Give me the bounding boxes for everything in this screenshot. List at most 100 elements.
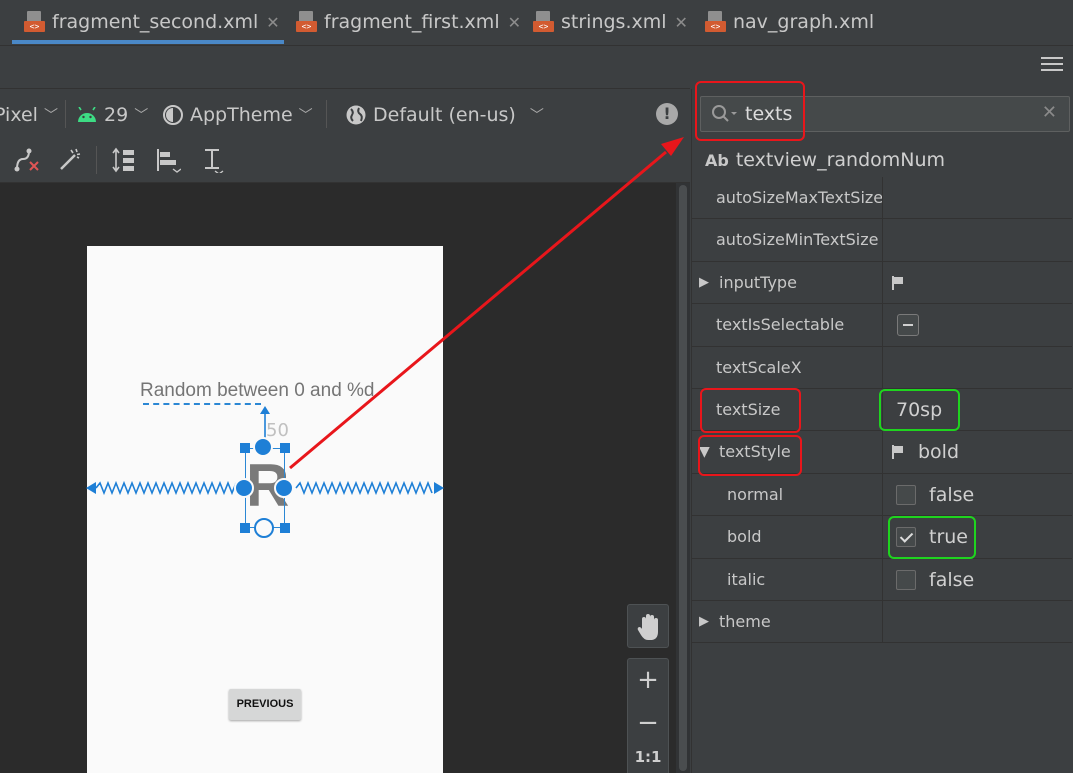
- annotation-highlight-textsize: [700, 388, 801, 433]
- attribute-row-theme[interactable]: ▶ theme: [692, 600, 1072, 644]
- attribute-row-inputtype[interactable]: ▶ inputType: [692, 261, 1072, 305]
- tab-fragment-second[interactable]: <> fragment_second.xml ✕: [12, 0, 284, 44]
- right-anchor[interactable]: [274, 478, 294, 498]
- attribute-value[interactable]: [892, 262, 918, 304]
- scrollbar-thumb[interactable]: [679, 185, 687, 771]
- attribute-name: textIsSelectable: [716, 315, 845, 335]
- annotation-highlight-textsize-value: [879, 389, 960, 431]
- resize-handle[interactable]: [280, 443, 290, 453]
- attribute-name: textScaleX: [716, 357, 802, 377]
- random-text-view[interactable]: Random between 0 and %d: [140, 380, 375, 402]
- attribute-value-text: false: [929, 568, 975, 591]
- resize-handle[interactable]: [240, 443, 250, 453]
- attribute-value[interactable]: bold: [892, 431, 959, 473]
- align-left-icon: [157, 149, 181, 173]
- annotation-highlight-bold-value: [888, 516, 976, 559]
- warning-icon[interactable]: !: [656, 103, 678, 125]
- indeterminate-checkbox-icon[interactable]: [897, 314, 919, 337]
- chevron-down-icon: ﹀: [43, 108, 58, 124]
- attribute-value-text: bold: [918, 441, 960, 464]
- tab-label: fragment_second.xml: [52, 11, 259, 33]
- guidelines-button[interactable]: [196, 144, 228, 176]
- tab-label: fragment_first.xml: [324, 11, 500, 33]
- device-selector[interactable]: Pixel ﹀: [0, 98, 58, 132]
- resize-handle[interactable]: [240, 523, 250, 533]
- close-icon[interactable]: ✕: [675, 13, 688, 32]
- attribute-name: italic: [727, 569, 766, 589]
- attribute-name: normal: [727, 484, 784, 504]
- xml-file-icon: <>: [533, 11, 555, 33]
- attribute-row-textscalex[interactable]: textScaleX: [692, 346, 1072, 389]
- tab-label: strings.xml: [561, 11, 667, 33]
- tab-fragment-first[interactable]: <> fragment_first.xml ✕: [296, 0, 521, 44]
- divider: [96, 146, 97, 174]
- attribute-name: autoSizeMinTextSize: [716, 230, 879, 250]
- attribute-value[interactable]: false: [896, 559, 974, 601]
- divider: [326, 100, 327, 128]
- api-level-selector[interactable]: 29 ﹀: [76, 98, 148, 132]
- editor-tab-bar: <> fragment_second.xml ✕ <> fragment_fir…: [0, 0, 1073, 46]
- previous-button[interactable]: PREVIOUS: [229, 689, 301, 720]
- canvas-scrollbar[interactable]: [676, 183, 690, 773]
- globe-icon: [346, 105, 366, 125]
- close-icon[interactable]: ✕: [508, 13, 521, 32]
- distribute-vertical-icon: [112, 147, 134, 173]
- theme-icon: [163, 105, 183, 125]
- pack-button[interactable]: [108, 144, 140, 176]
- android-icon: [78, 107, 96, 122]
- component-header: Ab textview_randomNum: [705, 145, 945, 175]
- tab-strings[interactable]: <> strings.xml ✕: [533, 0, 688, 44]
- margin-label: 50: [266, 420, 289, 441]
- pan-button[interactable]: [627, 604, 669, 648]
- left-anchor[interactable]: [234, 478, 254, 498]
- clear-search-icon[interactable]: ✕: [1042, 102, 1057, 123]
- constraint-remove-icon: [14, 148, 39, 172]
- attribute-name: autoSizeMaxTextSize: [716, 188, 884, 207]
- api-level-label: 29: [104, 104, 129, 126]
- attribute-row-bold[interactable]: bold true: [692, 516, 1072, 559]
- chevron-down-icon: ﹀: [134, 108, 149, 124]
- expand-triangle-icon[interactable]: ▶: [699, 601, 709, 643]
- chevron-down-icon: ﹀: [298, 108, 313, 124]
- attribute-value[interactable]: [892, 304, 919, 346]
- flag-icon: [892, 275, 904, 290]
- zoom-fit-button[interactable]: 1:1: [628, 745, 668, 773]
- attribute-row-italic[interactable]: italic false: [692, 558, 1072, 601]
- attribute-row-autosizemaxtextsize[interactable]: autoSizeMaxTextSize: [692, 177, 1072, 220]
- flag-icon: [892, 445, 904, 460]
- theme-selector[interactable]: AppTheme ﹀: [162, 98, 313, 132]
- top-anchor[interactable]: [253, 437, 273, 457]
- theme-label: AppTheme: [190, 104, 293, 126]
- italic-checkbox[interactable]: [896, 569, 916, 590]
- menu-icon[interactable]: [1041, 57, 1063, 77]
- zoom-controls: + − 1:1: [627, 658, 669, 773]
- textview-icon: Ab: [705, 150, 729, 170]
- attribute-row-autosizemintextsize[interactable]: autoSizeMinTextSize: [692, 219, 1072, 262]
- magic-wand-icon: [60, 148, 81, 170]
- chevron-down-icon: ﹀: [529, 108, 544, 124]
- infer-constraints-button[interactable]: [54, 144, 86, 176]
- close-icon[interactable]: ✕: [266, 13, 279, 32]
- xml-file-icon: <>: [705, 11, 727, 33]
- resize-handle[interactable]: [280, 523, 290, 533]
- normal-checkbox[interactable]: [896, 484, 916, 505]
- attribute-row-normal[interactable]: normal false: [692, 473, 1072, 517]
- clear-constraints-button[interactable]: [10, 144, 44, 176]
- tab-nav-graph[interactable]: <> nav_graph.xml: [705, 0, 874, 44]
- attribute-name: inputType: [719, 272, 797, 292]
- zoom-out-button[interactable]: −: [628, 702, 668, 745]
- attribute-value[interactable]: false: [896, 474, 974, 516]
- zoom-in-button[interactable]: +: [628, 659, 668, 702]
- annotation-highlight-textstyle: [698, 435, 802, 476]
- tab-label: nav_graph.xml: [733, 11, 875, 33]
- annotation-highlight-search: [695, 81, 805, 141]
- attribute-value-text: false: [929, 483, 975, 506]
- xml-file-icon: <>: [24, 11, 46, 33]
- locale-selector[interactable]: Default (en-us) ﹀: [345, 98, 544, 132]
- bottom-anchor[interactable]: [254, 518, 274, 538]
- expand-triangle-icon[interactable]: ▶: [699, 262, 709, 304]
- attribute-name: theme: [719, 611, 771, 631]
- attribute-row-textisselectable[interactable]: textIsSelectable: [692, 304, 1072, 347]
- divider: [0, 88, 690, 89]
- align-button[interactable]: [152, 144, 184, 176]
